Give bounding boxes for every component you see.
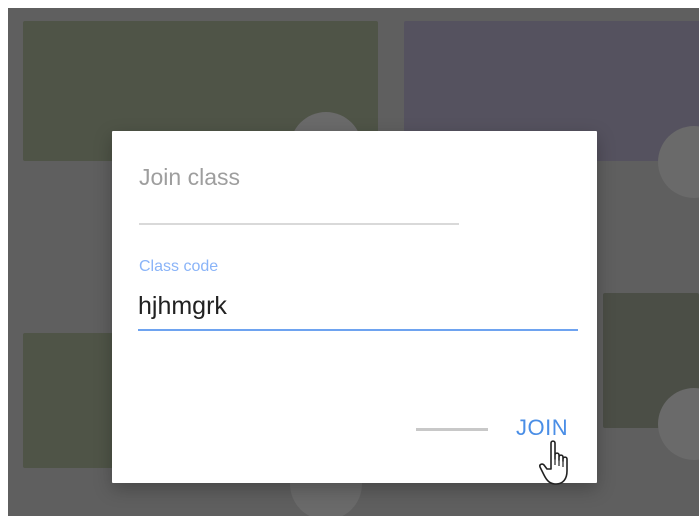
dialog-title: Join class [139, 164, 240, 190]
class-code-input[interactable] [138, 287, 578, 331]
class-code-label: Class code [139, 258, 219, 275]
divider [139, 223, 459, 225]
cancel-button-label-placeholder [416, 427, 488, 431]
cancel-button[interactable] [416, 421, 488, 433]
hand-pointer-icon [539, 440, 568, 485]
class-card[interactable] [23, 333, 113, 468]
join-class-dialog: Join class Class code JOIN [112, 131, 597, 485]
